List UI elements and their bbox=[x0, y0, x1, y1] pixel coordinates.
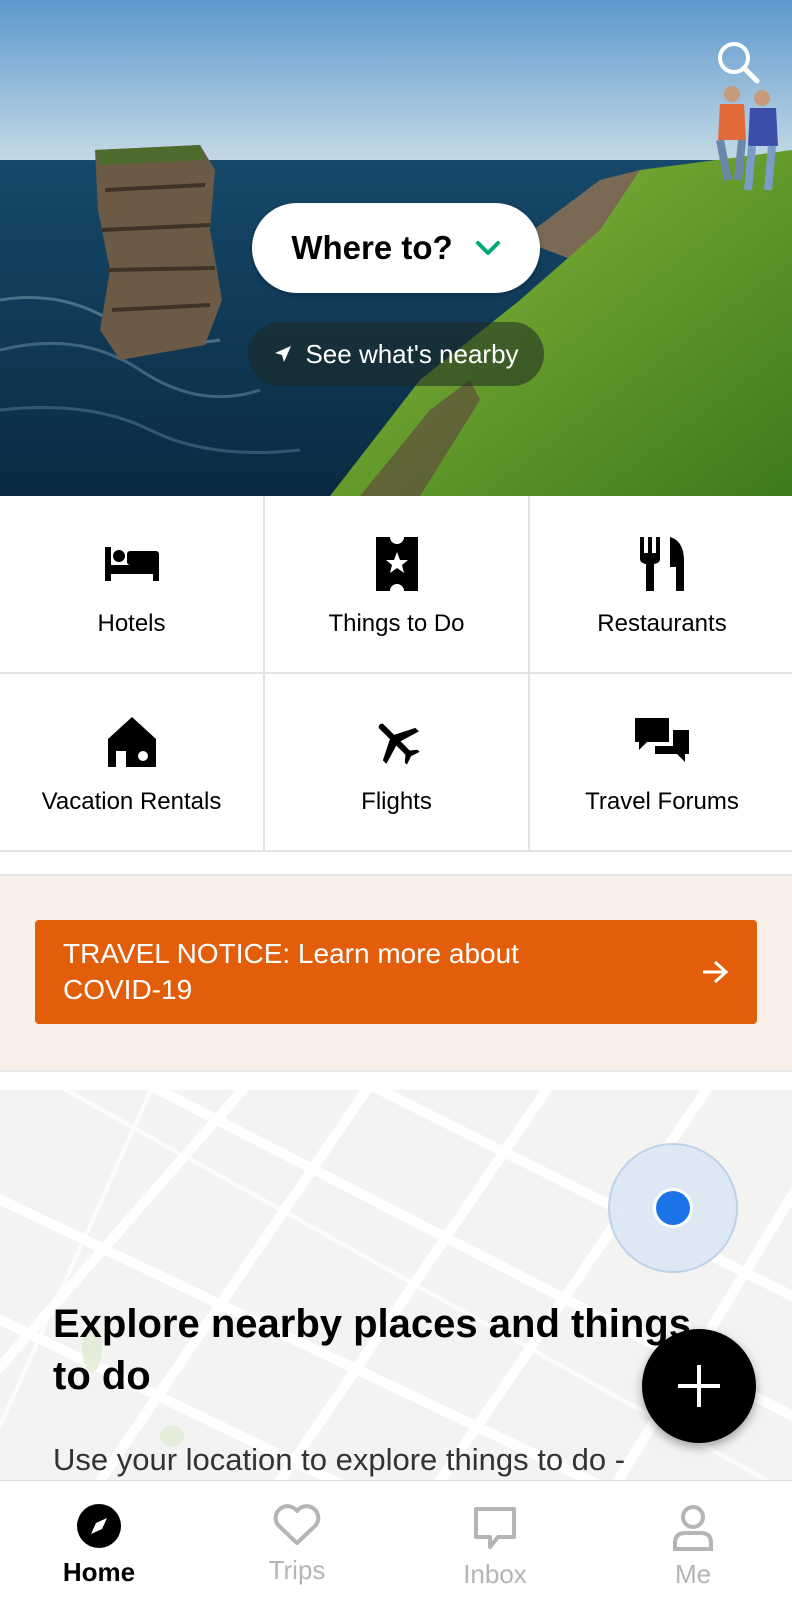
nav-label: Trips bbox=[268, 1555, 326, 1585]
category-restaurants[interactable]: Restaurants bbox=[530, 496, 792, 672]
nav-home[interactable]: Home bbox=[0, 1481, 198, 1601]
house-icon bbox=[107, 717, 156, 767]
nav-label: Home bbox=[62, 1557, 136, 1587]
category-things-to-do[interactable]: Things to Do bbox=[265, 496, 528, 672]
category-label: Vacation Rentals bbox=[41, 788, 222, 815]
heart-icon bbox=[273, 1504, 321, 1545]
nav-inbox[interactable]: Inbox bbox=[396, 1481, 594, 1601]
airplane-icon bbox=[378, 723, 420, 765]
category-travel-forums[interactable]: Travel Forums bbox=[530, 674, 792, 850]
plus-icon bbox=[678, 1365, 720, 1407]
see-nearby-label: See what's nearby bbox=[305, 338, 519, 369]
category-vacation-rentals[interactable]: Vacation Rentals bbox=[0, 674, 263, 850]
search-button[interactable] bbox=[712, 36, 764, 88]
current-location-dot bbox=[656, 1191, 690, 1225]
travel-notice-button[interactable]: TRAVEL NOTICE: Learn more about COVID-19 bbox=[35, 920, 757, 1024]
chevron-down-icon bbox=[475, 241, 500, 255]
category-grid: Hotels Things to Do Restaurants Vacation… bbox=[0, 496, 792, 852]
bed-icon bbox=[104, 547, 159, 581]
nav-label: Inbox bbox=[463, 1559, 527, 1589]
where-to-label: Where to? bbox=[291, 229, 453, 266]
category-label: Hotels bbox=[97, 610, 166, 637]
arrow-right-icon bbox=[703, 960, 729, 984]
hero-banner: Where to? See what's nearby bbox=[0, 0, 792, 496]
inbox-icon bbox=[474, 1507, 516, 1549]
chat-bubbles-icon bbox=[635, 718, 689, 762]
person-icon bbox=[673, 1505, 713, 1551]
travel-notice-label: TRAVEL NOTICE: Learn more about COVID-19 bbox=[63, 938, 519, 1005]
explore-subtitle: Use your location to explore things to d… bbox=[53, 1442, 626, 1477]
nav-trips[interactable]: Trips bbox=[198, 1481, 396, 1601]
search-icon bbox=[718, 42, 760, 84]
category-label: Things to Do bbox=[328, 610, 465, 637]
category-label: Flights bbox=[361, 788, 432, 815]
bottom-nav: Home Trips Inbox Me bbox=[0, 1480, 792, 1601]
compass-icon bbox=[77, 1504, 121, 1548]
add-button[interactable] bbox=[642, 1329, 756, 1443]
category-label: Restaurants bbox=[597, 610, 727, 637]
fork-knife-icon bbox=[640, 537, 684, 591]
location-arrow-icon bbox=[275, 346, 292, 362]
category-hotels[interactable]: Hotels bbox=[0, 496, 263, 672]
see-nearby-button[interactable]: See what's nearby bbox=[248, 322, 544, 386]
nav-me[interactable]: Me bbox=[594, 1481, 792, 1601]
travel-notice-section: TRAVEL NOTICE: Learn more about COVID-19 bbox=[0, 874, 792, 1072]
explore-title: Explore nearby places and things to do bbox=[53, 1302, 691, 1398]
where-to-button[interactable]: Where to? bbox=[252, 203, 540, 293]
nav-label: Me bbox=[674, 1559, 712, 1589]
ticket-icon bbox=[375, 537, 418, 591]
category-label: Travel Forums bbox=[585, 788, 739, 815]
category-flights[interactable]: Flights bbox=[265, 674, 528, 850]
